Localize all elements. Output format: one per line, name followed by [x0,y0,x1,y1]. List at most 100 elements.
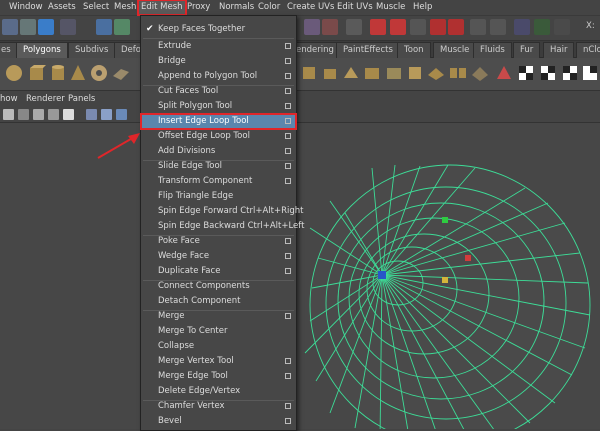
poly-cylinder-icon[interactable] [48,63,68,83]
tab-hair[interactable]: Hair [543,42,575,58]
camera-attributes-icon[interactable] [18,109,29,120]
tab-ncloth[interactable]: nClo [576,42,600,58]
select-tool-icon[interactable] [2,19,18,35]
image-plane-icon[interactable] [48,109,59,120]
option-box-icon[interactable] [285,103,291,109]
option-box-icon[interactable] [285,88,291,94]
poly-cube-icon[interactable] [27,63,47,83]
menu-item-delete-edge-vertex[interactable]: Delete Edge/Vertex [141,384,296,399]
snap-grid-icon[interactable] [60,19,76,35]
menu-normals[interactable]: Normals [219,0,254,15]
option-box-icon[interactable] [285,238,291,244]
snap-curve-icon[interactable] [390,19,406,35]
menu-item-split-polygon-tool[interactable]: Split Polygon Tool [141,99,296,114]
rotate-icon[interactable] [114,19,130,35]
menu-item-collapse[interactable]: Collapse [141,339,296,354]
split-polygon-icon[interactable] [362,63,382,83]
option-box-icon[interactable] [285,58,291,64]
option-box-icon[interactable] [285,133,291,139]
option-box-icon[interactable] [285,73,291,79]
viewport-menu-renderer[interactable]: Renderer [26,92,65,106]
bridge-icon[interactable] [320,63,340,83]
tab-muscle[interactable]: Muscle [433,42,477,58]
menu-item-append-to-polygon-tool[interactable]: Append to Polygon Tool [141,69,296,84]
append-polygon-icon[interactable] [341,63,361,83]
combine-icon[interactable] [426,63,446,83]
menu-item-cut-faces-tool[interactable]: Cut Faces Tool [141,84,296,99]
magnet-icon[interactable] [370,19,386,35]
history-icon[interactable] [470,19,486,35]
menu-item-offset-edge-loop-tool[interactable]: Offset Edge Loop Tool [141,129,296,144]
menu-item-keep-faces-together[interactable]: ✔ Keep Faces Together [141,22,296,37]
select-by-hierarchy-icon[interactable] [38,19,54,35]
option-box-icon[interactable] [285,358,291,364]
menu-edit-uvs[interactable]: Edit UVs [337,0,373,15]
poly-plane-icon[interactable] [111,63,131,83]
wireframe-icon[interactable] [86,109,97,120]
option-box-icon[interactable] [285,118,291,124]
uv-map-icon[interactable] [494,63,514,83]
hypershade-icon[interactable] [534,19,550,35]
poly-cone-icon[interactable] [68,63,88,83]
option-box-icon[interactable] [285,313,291,319]
menu-item-transform-component[interactable]: Transform Component [141,174,296,189]
perspective-viewport[interactable] [0,123,600,429]
tab-fluids[interactable]: Fluids [473,42,512,58]
poly-sphere-wireframe[interactable] [304,164,591,429]
construction-history-icon[interactable] [490,19,506,35]
menu-help[interactable]: Help [413,0,432,15]
menu-item-merge[interactable]: Merge [141,309,296,324]
snap-view-icon[interactable] [430,19,446,35]
menu-item-merge-vertex-tool[interactable]: Merge Vertex Tool [141,354,296,369]
insert-edge-loop-icon[interactable] [384,63,404,83]
viewport-menu-panels[interactable]: Panels [68,92,95,106]
menu-item-bevel[interactable]: Bevel [141,414,296,429]
poly-sphere-icon[interactable] [4,63,24,83]
auto-map-icon[interactable] [580,63,600,83]
camera-icon[interactable] [3,109,14,120]
option-box-icon[interactable] [285,43,291,49]
menu-edit-mesh[interactable]: Edit Mesh [137,0,187,16]
menu-color[interactable]: Color [258,0,280,15]
menu-item-spin-edge-backward[interactable]: Spin Edge Backward Ctrl+Alt+Left [141,219,304,234]
menu-assets[interactable]: Assets [48,0,76,15]
tab-toon[interactable]: Toon [397,42,431,58]
manipulator-x-handle[interactable] [465,255,471,261]
tab-painteffects[interactable]: PaintEffects [336,42,400,58]
manipulator-z-handle[interactable] [442,277,448,283]
menu-proxy[interactable]: Proxy [187,0,210,15]
textured-icon[interactable] [116,109,127,120]
menu-item-connect-components[interactable]: Connect Components [141,279,296,294]
ipr-render-icon[interactable] [322,19,338,35]
bevel-icon[interactable] [405,63,425,83]
menu-item-poke-face[interactable]: Poke Face [141,234,296,249]
bookmark-icon[interactable] [33,109,44,120]
extrude-icon[interactable] [299,63,319,83]
menu-item-add-divisions[interactable]: Add Divisions [141,144,296,159]
planar-map-icon[interactable] [516,63,536,83]
tab-polygons[interactable]: Polygons [16,42,68,58]
menu-item-insert-edge-loop-tool[interactable]: Insert Edge Loop Tool [140,113,297,130]
separate-icon[interactable] [448,63,468,83]
option-box-icon[interactable] [285,148,291,154]
smooth-shade-icon[interactable] [101,109,112,120]
tab-subdivs[interactable]: Subdivs [68,42,116,58]
menu-item-slide-edge-tool[interactable]: Slide Edge Tool [141,159,296,174]
script-editor-icon[interactable] [554,19,570,35]
option-box-icon[interactable] [285,418,291,424]
move-icon[interactable] [96,19,112,35]
option-box-icon[interactable] [285,268,291,274]
menu-item-merge-to-center[interactable]: Merge To Center [141,324,296,339]
viewport-menu-show[interactable]: how [0,92,18,106]
option-box-icon[interactable] [285,178,291,184]
spherical-map-icon[interactable] [560,63,580,83]
menu-item-bridge[interactable]: Bridge [141,54,296,69]
poly-torus-icon[interactable] [89,63,109,83]
menu-item-spin-edge-forward[interactable]: Spin Edge Forward Ctrl+Alt+Right [141,204,303,219]
smooth-icon[interactable] [470,63,490,83]
menu-item-flip-triangle-edge[interactable]: Flip Triangle Edge [141,189,296,204]
option-box-icon[interactable] [285,373,291,379]
menu-item-duplicate-face[interactable]: Duplicate Face [141,264,296,279]
render-settings-icon[interactable] [346,19,362,35]
lasso-icon[interactable] [20,19,36,35]
